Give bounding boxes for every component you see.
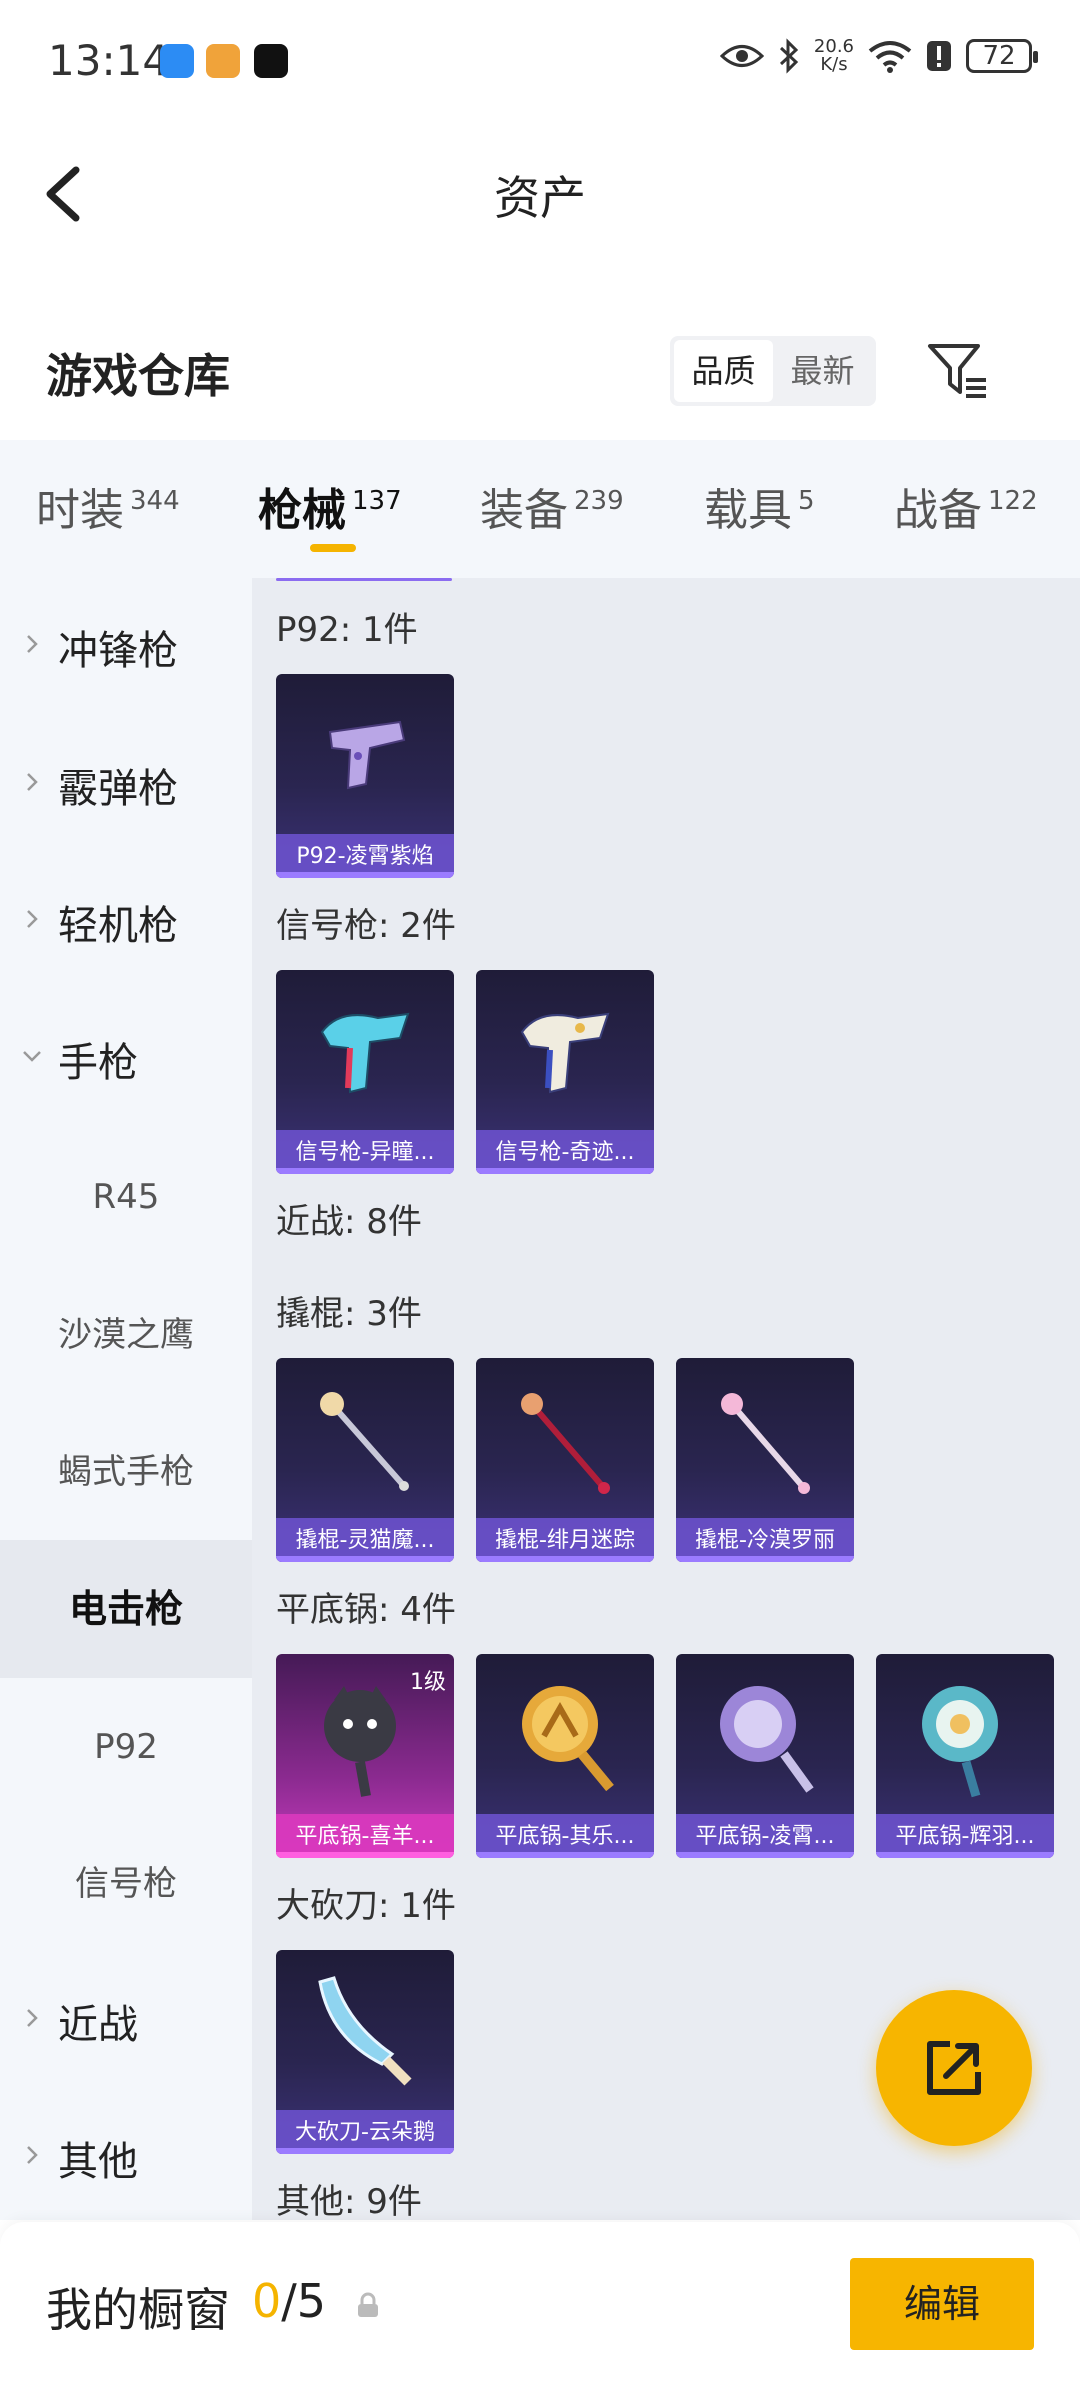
item-card[interactable]: 平底锅-凌霄... [676, 1654, 854, 1858]
item-card[interactable]: 平底锅-其乐... [476, 1654, 654, 1858]
battery-indicator: 72 [966, 39, 1038, 73]
chevron-down-icon [23, 1051, 41, 1062]
sidebar-item-shotgun[interactable]: 霰弹枪 [0, 716, 252, 854]
tab-equipment[interactable]: 装备 239 [480, 474, 624, 538]
chevron-right-icon [27, 2009, 38, 2027]
scrolled-card-edge [276, 578, 452, 581]
bluetooth-icon [779, 38, 799, 74]
bluetooth-app-icon [160, 44, 194, 78]
item-name: 平底锅-其乐... [495, 1824, 635, 1849]
sidebar-item-pistol[interactable]: 手枪 [0, 990, 252, 1128]
sort-toggle: 品质 最新 [670, 336, 876, 406]
eye-icon [719, 45, 764, 67]
tab-firearms[interactable]: 枪械 137 [258, 474, 402, 538]
sidebar-sub-desert-eagle[interactable]: 沙漠之鹰 [0, 1266, 252, 1404]
net-speed: 20.6 K/s [813, 36, 854, 75]
item-name: 撬棍-冷漠罗丽 [695, 1528, 835, 1553]
sort-latest-button[interactable]: 最新 [773, 340, 872, 402]
chevron-right-icon [27, 773, 38, 791]
section-title: 平底锅: 4件 [276, 1590, 456, 1630]
machete-icon [318, 1976, 412, 2086]
sidebar-sub-taser[interactable]: 电击枪 [0, 1540, 252, 1678]
sidebar-item-other[interactable]: 其他 [0, 2089, 252, 2227]
tab-supplies[interactable]: 战备 122 [894, 474, 1038, 538]
share-button[interactable] [876, 1990, 1032, 2146]
item-card[interactable]: P92-凌霄紫焰 [276, 674, 454, 878]
external-link-icon [927, 2041, 981, 2095]
crowbar-icon [521, 1393, 610, 1494]
item-name: 信号枪-奇迹... [495, 1140, 635, 1165]
item-name: 撬棍-灵猫魔... [295, 1528, 435, 1553]
chevron-right-icon [27, 910, 38, 928]
sidebar-item-smg[interactable]: 冲锋枪 [0, 578, 252, 716]
section-title: P92: 1件 [276, 610, 418, 650]
crowbar-icon [320, 1392, 409, 1491]
sidebar-sub-r45[interactable]: R45 [0, 1128, 252, 1266]
status-time: 13:14 [48, 36, 170, 85]
chevron-right-icon [27, 2146, 38, 2164]
section-title: 其他: 9件 [276, 2182, 422, 2220]
sort-quality-button[interactable]: 品质 [674, 340, 773, 402]
item-card[interactable]: 撬棍-冷漠罗丽 [676, 1358, 854, 1562]
category-tabs: 时装 344 枪械 137 装备 239 载具 5 战备 122 [0, 440, 1080, 578]
item-name: 撬棍-绯月迷踪 [495, 1528, 635, 1553]
sidebar-sub-flare-gun[interactable]: 信号枪 [0, 1815, 252, 1953]
crowbar-icon [721, 1393, 810, 1494]
flare-gun-icon [320, 1012, 410, 1094]
showcase-label: 我的橱窗 [46, 2283, 230, 2337]
page-title: 资产 [494, 171, 586, 225]
item-name: 平底锅-辉羽... [895, 1824, 1035, 1849]
item-name: 大砍刀-云朵鹅 [295, 2120, 435, 2145]
sidebar-item-lmg[interactable]: 轻机枪 [0, 853, 252, 991]
sidebar: 冲锋枪 霰弹枪 轻机枪 手枪 R45 沙漠之鹰 蝎式手枪 电击枪 P92 信号枪… [0, 578, 252, 2220]
showcase-count: 0/5 [252, 2274, 327, 2328]
item-name: 信号枪-异瞳... [295, 1140, 435, 1165]
frying-pan-icon [922, 1686, 998, 1798]
frying-pan-icon [720, 1686, 814, 1793]
pistol-icon [328, 720, 406, 790]
game-app-icon [206, 44, 240, 78]
status-bar: 13:14 20.6 K/s 72 [0, 0, 1080, 120]
tab-vehicles[interactable]: 载具 5 [704, 474, 815, 538]
active-tab-indicator [310, 544, 356, 552]
item-card[interactable]: 撬棍-绯月迷踪 [476, 1358, 654, 1562]
tiktok-app-icon [254, 44, 288, 78]
lock-icon [358, 2292, 378, 2317]
section-title: 信号枪: 2件 [276, 906, 456, 946]
edit-button[interactable]: 编辑 [850, 2258, 1034, 2350]
sidebar-sub-p92[interactable]: P92 [0, 1678, 252, 1816]
item-card[interactable]: 撬棍-灵猫魔... [276, 1358, 454, 1562]
item-card[interactable]: 信号枪-异瞳... [276, 970, 454, 1174]
frying-pan-icon [522, 1686, 614, 1792]
nav-bar: 资产 [0, 140, 1080, 250]
section-title: 大砍刀: 1件 [276, 1886, 456, 1926]
item-name: P92-凌霄紫焰 [296, 844, 434, 869]
showcase-bar: 我的橱窗 0/5 编辑 [0, 2222, 1080, 2382]
item-name: 平底锅-凌霄... [695, 1824, 835, 1849]
wifi-icon [868, 41, 912, 73]
item-card[interactable]: 1级 平底锅-喜羊... [276, 1654, 454, 1858]
tab-costume[interactable]: 时装 344 [36, 474, 180, 538]
item-name: 平底锅-喜羊... [295, 1824, 435, 1849]
warehouse-header: 游戏仓库 品质 最新 [0, 320, 1080, 420]
sidebar-item-melee[interactable]: 近战 [0, 1952, 252, 2090]
flare-gun-icon [520, 1012, 610, 1094]
section-title: 撬棍: 3件 [276, 1294, 422, 1334]
item-level-badge: 1级 [410, 1670, 446, 1695]
item-card[interactable]: 平底锅-辉羽... [876, 1654, 1054, 1858]
item-card[interactable]: 大砍刀-云朵鹅 [276, 1950, 454, 2154]
alert-icon [927, 41, 951, 71]
section-title: 近战: 8件 [276, 1202, 422, 1242]
item-list[interactable]: P92: 1件 P92-凌霄紫焰 信号枪: 2件 信号枪-异瞳... 信号枪-奇… [252, 578, 1080, 2220]
sidebar-sub-scorpion[interactable]: 蝎式手枪 [0, 1403, 252, 1541]
chevron-right-icon [27, 635, 38, 653]
warehouse-title: 游戏仓库 [46, 349, 230, 403]
filter-icon[interactable] [926, 338, 990, 402]
item-card[interactable]: 信号枪-奇迹... [476, 970, 654, 1174]
